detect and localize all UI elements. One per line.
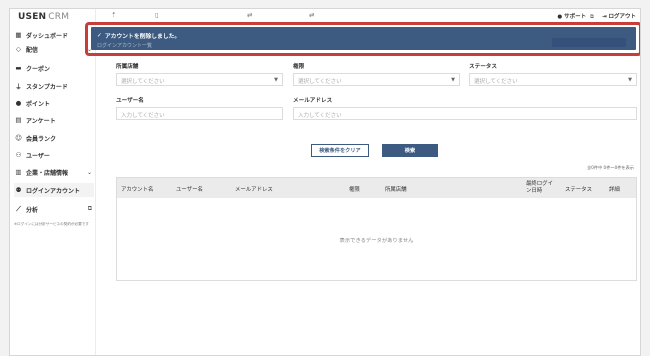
store-select[interactable]: 選択してください ▼ bbox=[116, 73, 283, 86]
support-label: サポート bbox=[564, 14, 587, 20]
sidebar-item-label: 会員ランク bbox=[26, 135, 57, 143]
app-logo[interactable]: USEN CRM bbox=[18, 12, 69, 22]
sidebar-item-label: クーポン bbox=[26, 65, 51, 73]
chevron-down-icon: ⌄ bbox=[86, 168, 92, 176]
store-filter-label: 所属店舗 bbox=[116, 64, 139, 70]
column-header[interactable]: メールアドレス bbox=[235, 185, 273, 193]
support-link[interactable]: ● サポート ⧉ bbox=[557, 12, 594, 21]
result-count: 全0件中 0件〜0件を表示 bbox=[586, 165, 634, 170]
empty-state-message: 表示できるデータがありません bbox=[339, 238, 414, 244]
caret-down-icon: ▼ bbox=[628, 77, 632, 83]
sidebar-item-label: ログインアカウント bbox=[26, 187, 81, 195]
status-filter-label: ステータス bbox=[469, 64, 497, 70]
logout-button[interactable]: ⇥ ログアウト bbox=[602, 12, 636, 21]
broadcast-icon: ◇ bbox=[16, 45, 21, 53]
column-header[interactable]: 最終ログイン日時 bbox=[526, 181, 558, 195]
email-filter-label: メールアドレス bbox=[293, 98, 333, 104]
brand-suffix: CRM bbox=[48, 12, 70, 22]
sidebar-item-label: ユーザー bbox=[26, 152, 50, 160]
external-link-icon: ⧉ bbox=[590, 14, 594, 20]
analytics-note: ※ログインには分析サービスの契約が必要です bbox=[14, 222, 89, 226]
sidebar-item-point[interactable]: ● ポイント bbox=[14, 96, 94, 110]
role-select-placeholder: 選択してください bbox=[298, 79, 342, 85]
external-link-icon: ⧉ bbox=[87, 205, 92, 212]
username-input-placeholder: 入力してください bbox=[121, 113, 165, 119]
column-header: 詳細 bbox=[609, 187, 620, 193]
account-icon: ⚉ bbox=[15, 186, 22, 194]
sidebar-item-user[interactable]: ⚇ ユーザー bbox=[14, 148, 94, 162]
caret-down-icon: ▼ bbox=[274, 77, 278, 83]
sidebar-item-label: アンケート bbox=[26, 117, 56, 125]
table-header: アカウント名 ユーザー名 メールアドレス 権限 所属店舗 最終ログイン日時 ステ… bbox=[117, 178, 636, 198]
top-bar-actions: ● サポート ⧉ ⇥ ログアウト bbox=[557, 12, 636, 21]
column-header[interactable]: ユーザー名 bbox=[176, 185, 203, 193]
sidebar-item-label: スタンプカード bbox=[26, 83, 68, 91]
survey-icon: ▤ bbox=[15, 116, 22, 124]
sidebar-item-label: 企業・店舗情報 bbox=[26, 169, 69, 177]
store-select-placeholder: 選択してください bbox=[121, 79, 165, 85]
username-filter-label: ユーザー名 bbox=[116, 98, 144, 104]
sidebar-item-login-account[interactable]: ⚉ ログインアカウント bbox=[14, 183, 94, 197]
sidebar-item-coupon[interactable]: ▬ クーポン bbox=[14, 61, 94, 75]
user-icon: ⚇ bbox=[15, 151, 22, 159]
search-button[interactable]: 検索 bbox=[382, 144, 438, 157]
main-content: 所属店舗 選択してください ▼ 権限 選択してください ▼ ステータス 選択して… bbox=[97, 23, 640, 355]
top-bar: ⇡ ▯ ⇄ ⇄ ● サポート ⧉ ⇥ ログアウト bbox=[97, 9, 640, 23]
logout-label: ログアウト bbox=[608, 14, 636, 20]
sidebar-item-store[interactable]: ▥ 企業・店舗情報 ⌄ bbox=[14, 165, 94, 179]
status-select[interactable]: 選択してください ▼ bbox=[469, 73, 637, 86]
stamp-icon: ⍊ bbox=[16, 81, 21, 90]
store-icon: ▥ bbox=[15, 168, 22, 176]
clear-filters-button[interactable]: 検索条件をクリア bbox=[311, 144, 369, 157]
highlight-outline bbox=[85, 22, 640, 56]
dashboard-icon: ▦ bbox=[15, 31, 22, 39]
sidebar-item-dashboard[interactable]: ▦ ダッシュボード bbox=[14, 28, 94, 42]
sidebar: USEN CRM ▦ ダッシュボード ◇ 配信 ⌄ ▬ クーポン ⍊ スタンプカー… bbox=[10, 9, 96, 355]
column-header[interactable]: 権限 bbox=[349, 185, 360, 193]
rank-icon: ☺ bbox=[15, 134, 22, 142]
logout-icon: ⇥ bbox=[601, 14, 607, 20]
caret-down-icon: ▼ bbox=[451, 77, 455, 83]
role-select[interactable]: 選択してください ▼ bbox=[293, 73, 460, 86]
email-input[interactable]: 入力してください bbox=[293, 107, 637, 120]
analytics-icon: ⟋ bbox=[16, 204, 21, 213]
username-input[interactable]: 入力してください bbox=[116, 107, 283, 120]
point-icon: ● bbox=[15, 99, 22, 107]
column-header[interactable]: アカウント名 bbox=[121, 185, 153, 193]
sidebar-item-label: ポイント bbox=[26, 100, 51, 108]
role-filter-label: 権限 bbox=[293, 64, 305, 70]
sidebar-item-broadcast[interactable]: ◇ 配信 ⌄ bbox=[14, 42, 94, 56]
coupon-icon: ▬ bbox=[15, 64, 22, 72]
brand-name: USEN bbox=[18, 12, 47, 22]
status-select-placeholder: 選択してください bbox=[474, 79, 518, 85]
email-input-placeholder: 入力してください bbox=[298, 113, 342, 119]
account-table: アカウント名 ユーザー名 メールアドレス 権限 所属店舗 最終ログイン日時 ステ… bbox=[116, 177, 637, 281]
app-window: USEN CRM ▦ ダッシュボード ◇ 配信 ⌄ ▬ クーポン ⍊ スタンプカー… bbox=[9, 8, 641, 356]
sidebar-item-rank[interactable]: ☺ 会員ランク bbox=[14, 131, 94, 145]
column-header[interactable]: ステータス bbox=[565, 185, 592, 193]
sidebar-item-label: 配信 bbox=[26, 46, 39, 54]
switch-icon[interactable]: ⇄ bbox=[247, 11, 252, 19]
transfer-icon[interactable]: ⇄ bbox=[309, 11, 314, 19]
upload-icon[interactable]: ⇡ bbox=[111, 11, 116, 19]
sidebar-item-label: ダッシュボード bbox=[26, 32, 69, 40]
sidebar-item-stamp[interactable]: ⍊ スタンプカード bbox=[14, 79, 94, 93]
sidebar-item-label: 分析 bbox=[26, 206, 39, 214]
sidebar-item-survey[interactable]: ▤ アンケート bbox=[14, 113, 94, 127]
document-icon[interactable]: ▯ bbox=[155, 11, 159, 19]
column-header[interactable]: 所属店舗 bbox=[385, 185, 407, 193]
sidebar-item-analytics[interactable]: ⟋ 分析 ⧉ bbox=[14, 202, 94, 216]
